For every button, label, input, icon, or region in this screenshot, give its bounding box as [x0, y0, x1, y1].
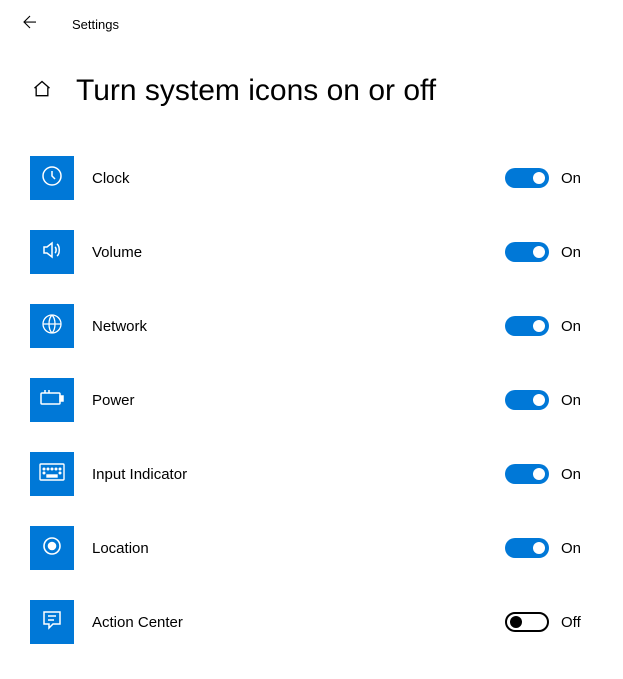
toggle-knob [533, 172, 545, 184]
back-button[interactable] [18, 12, 42, 36]
toggle-state-label: On [561, 466, 589, 483]
app-title: Settings [72, 17, 119, 32]
toggle-state-label: On [561, 392, 589, 409]
setting-label: Volume [92, 244, 505, 261]
setting-row: Clock On [30, 156, 623, 200]
setting-row: Volume On [30, 230, 623, 274]
setting-label: Network [92, 318, 505, 335]
toggle-knob [510, 616, 522, 628]
setting-label: Power [92, 392, 505, 409]
toggle-group: On [505, 538, 589, 558]
toggle-switch[interactable] [505, 538, 549, 558]
toggle-state-label: On [561, 318, 589, 335]
toggle-state-label: On [561, 540, 589, 557]
setting-row: Action Center Off [30, 600, 623, 644]
setting-row: Location On [30, 526, 623, 570]
toggle-state-label: On [561, 170, 589, 187]
toggle-switch[interactable] [505, 612, 549, 632]
arrow-left-icon [21, 13, 39, 36]
location-icon [40, 534, 64, 563]
toggle-switch[interactable] [505, 168, 549, 188]
keyboard-icon [39, 463, 65, 486]
toggle-knob [533, 320, 545, 332]
toggle-state-label: On [561, 244, 589, 261]
setting-label: Input Indicator [92, 466, 505, 483]
icon-tile [30, 452, 74, 496]
toggle-knob [533, 542, 545, 554]
toggle-group: On [505, 464, 589, 484]
setting-row: Input Indicator On [30, 452, 623, 496]
toggle-group: On [505, 242, 589, 262]
setting-label: Location [92, 540, 505, 557]
toggle-group: Off [505, 612, 589, 632]
toggle-group: On [505, 168, 589, 188]
icon-tile [30, 304, 74, 348]
icon-tile [30, 156, 74, 200]
icon-tile [30, 230, 74, 274]
toggle-knob [533, 246, 545, 258]
battery-icon [39, 388, 65, 413]
action-center-icon [40, 608, 64, 637]
toggle-group: On [505, 390, 589, 410]
toggle-group: On [505, 316, 589, 336]
icon-tile [30, 526, 74, 570]
clock-icon [40, 164, 64, 193]
toggle-state-label: Off [561, 614, 589, 631]
globe-icon [40, 312, 64, 341]
toggle-switch[interactable] [505, 316, 549, 336]
icon-tile [30, 378, 74, 422]
toggle-knob [533, 394, 545, 406]
home-icon [32, 79, 52, 104]
toggle-knob [533, 468, 545, 480]
home-button[interactable] [30, 79, 54, 103]
toggle-switch[interactable] [505, 464, 549, 484]
toggle-switch[interactable] [505, 242, 549, 262]
setting-label: Action Center [92, 614, 505, 631]
page-title: Turn system icons on or off [76, 74, 436, 108]
toggle-switch[interactable] [505, 390, 549, 410]
setting-row: Power On [30, 378, 623, 422]
volume-icon [40, 238, 64, 267]
icon-tile [30, 600, 74, 644]
setting-row: Network On [30, 304, 623, 348]
setting-label: Clock [92, 170, 505, 187]
